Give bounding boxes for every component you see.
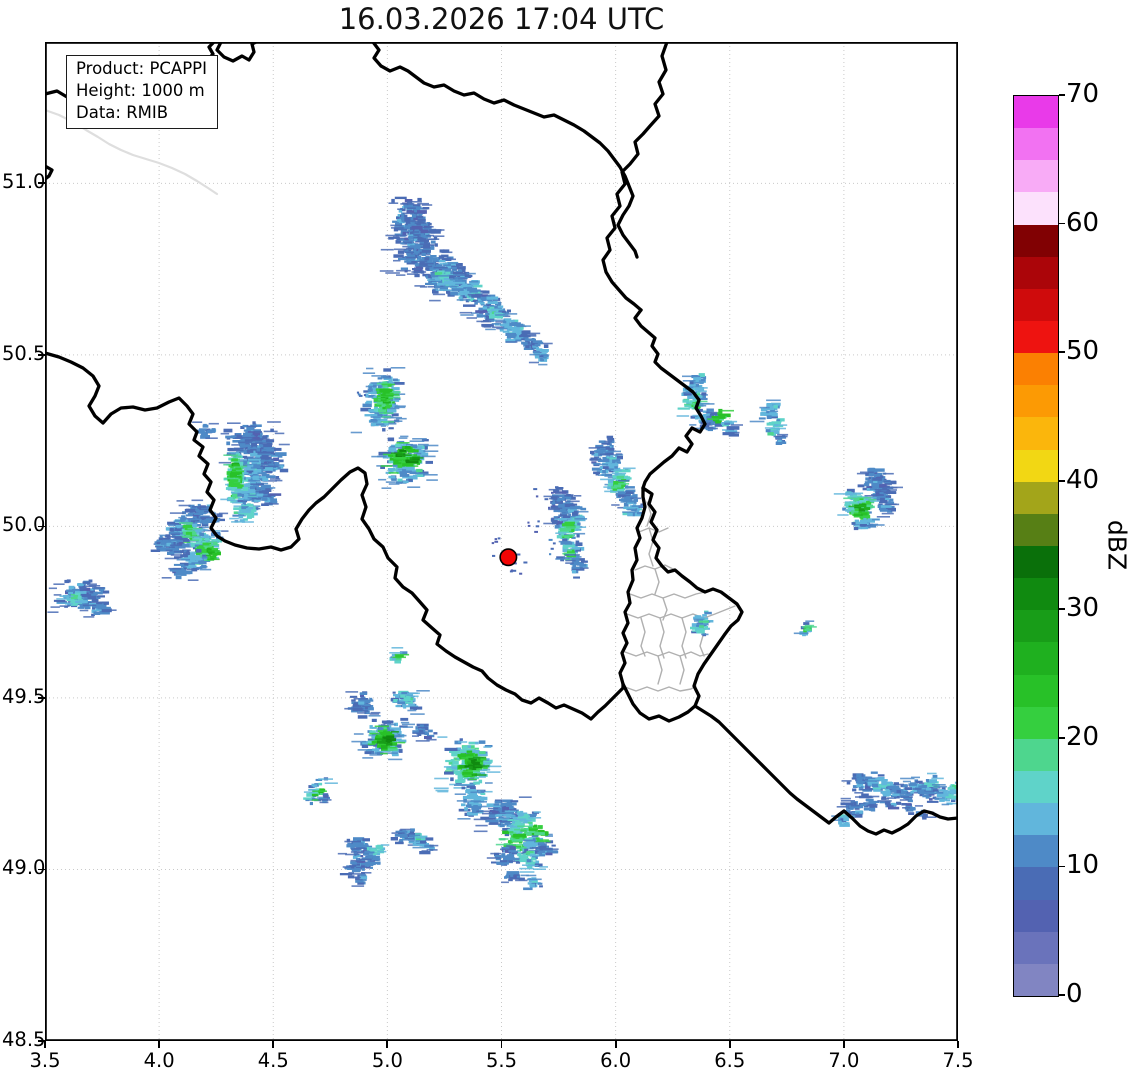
x-tick-label: 7.0 (828, 1049, 860, 1072)
colorbar-tick-label: 70 (1066, 79, 1100, 109)
echo-cluster-northeast-streak-2 (749, 399, 789, 445)
colorbar-band (1014, 674, 1058, 707)
colorbar-band (1014, 256, 1058, 289)
echo-cluster-northeast-streak (676, 373, 743, 437)
radar-echoes (47, 196, 958, 891)
colorbar-band (1014, 160, 1058, 193)
colorbar-band (1014, 96, 1058, 129)
colorbar-band (1014, 642, 1058, 675)
colorbar-tick-mark (1059, 736, 1065, 739)
x-tick-mark (957, 1041, 959, 1048)
echo-cluster-north-band (379, 196, 553, 366)
colorbar (1013, 95, 1059, 997)
colorbar-tick-mark (1059, 994, 1065, 996)
x-tick-mark (500, 1041, 503, 1048)
radar-figure: 16.03.2026 17:04 UTC Product: PCAPPI Hei… (0, 0, 1145, 1084)
colorbar-band (1014, 963, 1058, 996)
y-tick-label: 50.0 (2, 513, 46, 537)
x-tick-label: 4.0 (143, 1049, 175, 1072)
colorbar-tick-label: 20 (1066, 721, 1100, 752)
radar-map-svg (45, 42, 958, 1041)
x-tick-mark (842, 1041, 845, 1048)
colorbar-band (1014, 835, 1058, 868)
y-tick-label: 48.5 (2, 1028, 46, 1051)
colorbar-tick-mark (1059, 865, 1065, 868)
info-box: Product: PCAPPI Height: 1000 m Data: RMI… (66, 55, 218, 130)
y-tick-label: 49.5 (2, 684, 46, 708)
x-tick-label: 5.0 (371, 1049, 403, 1072)
echo-cluster-west-cluster (150, 421, 290, 581)
info-height: Height: 1000 m (76, 80, 205, 100)
x-tick-mark (614, 1041, 617, 1048)
canton-borders (624, 501, 736, 692)
x-tick-label: 6.5 (714, 1049, 746, 1072)
colorbar-band (1014, 192, 1058, 225)
x-tick-label: 5.5 (485, 1049, 517, 1072)
colorbar-band (1014, 546, 1058, 579)
info-source: Data: RMIB (76, 102, 169, 122)
colorbar-label: dBZ (1102, 519, 1132, 571)
colorbar-band (1014, 417, 1058, 450)
colorbar-band (1014, 867, 1058, 900)
echo-cluster-east-blob (833, 467, 903, 531)
x-tick-label: 3.5 (29, 1049, 61, 1072)
y-tick-label: 51.0 (2, 170, 46, 194)
colorbar-band (1014, 321, 1058, 354)
colorbar-band (1014, 738, 1058, 772)
echo-cluster-central-border-band (527, 435, 647, 579)
echo-cluster-moselle-speck (793, 620, 817, 637)
colorbar-tick-mark (1059, 94, 1065, 96)
echo-cluster-southwest-patch (47, 579, 117, 618)
colorbar-tick-mark (1059, 608, 1065, 611)
colorbar-band (1014, 513, 1058, 547)
x-tick-mark (158, 1041, 161, 1048)
colorbar-tick-mark (1059, 479, 1065, 482)
colorbar-band (1014, 224, 1058, 257)
colorbar-band (1014, 931, 1058, 964)
colorbar-band (1014, 706, 1058, 739)
x-tick-mark (728, 1041, 731, 1048)
x-tick-mark (272, 1041, 275, 1048)
colorbar-band (1014, 899, 1058, 932)
colorbar-tick-label: 0 (1066, 979, 1083, 1009)
info-product: Product: PCAPPI (76, 59, 207, 78)
figure-title: 16.03.2026 17:04 UTC (338, 2, 665, 36)
colorbar-band (1014, 803, 1058, 836)
colorbar-tick-label: 30 (1066, 593, 1100, 624)
x-tick-mark (386, 1041, 389, 1048)
colorbar-band (1014, 128, 1058, 161)
y-tick-label: 49.0 (2, 856, 46, 880)
colorbar-tick-label: 50 (1066, 336, 1100, 367)
station-marker (499, 548, 518, 567)
x-tick-label: 7.5 (942, 1049, 974, 1072)
y-tick-label: 50.5 (2, 341, 46, 365)
echo-cluster-south-small-patches (303, 777, 439, 887)
colorbar-band (1014, 771, 1058, 804)
x-tick-label: 4.5 (257, 1049, 289, 1072)
colorbar-band (1014, 578, 1058, 611)
colorbar-tick-label: 10 (1066, 850, 1100, 881)
colorbar-band (1014, 353, 1058, 386)
colorbar-band (1014, 288, 1058, 322)
x-tick-label: 6.0 (600, 1049, 632, 1072)
colorbar-tick-label: 60 (1066, 207, 1100, 238)
colorbar-band (1014, 610, 1058, 643)
colorbar-tick-label: 40 (1066, 464, 1100, 495)
colorbar-tick-mark (1059, 222, 1065, 225)
colorbar-band (1014, 481, 1058, 514)
colorbar-tick-mark (1059, 351, 1065, 354)
colorbar-band (1014, 449, 1058, 482)
echo-cluster-green-speck (389, 647, 410, 664)
map-plot-area (45, 42, 958, 1041)
colorbar-band (1014, 385, 1058, 418)
